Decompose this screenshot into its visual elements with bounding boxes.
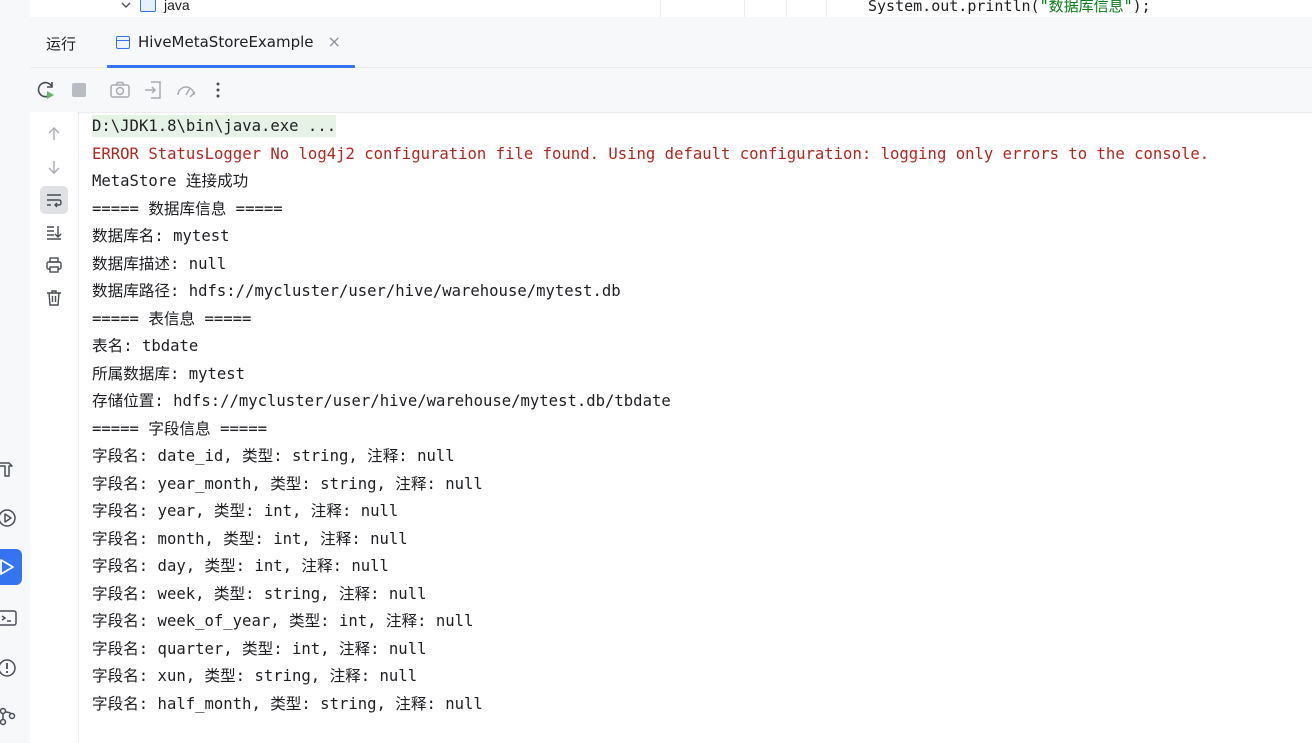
console-line: 字段名: date_id, 类型: string, 注释: null	[92, 447, 455, 465]
console-line: MetaStore 连接成功	[92, 172, 249, 190]
console-line: 字段名: quarter, 类型: int, 注释: null	[92, 639, 427, 658]
problems-icon[interactable]	[0, 651, 22, 685]
console-line: 字段名: year_month, 类型: string, 注释: null	[92, 474, 483, 493]
console-line: 字段名: day, 类型: int, 注释: null	[92, 557, 389, 575]
tab-title: HiveMetaStoreExample	[138, 33, 314, 51]
tool-window-strip	[0, 0, 31, 743]
code-string: "数据库信息"	[1039, 0, 1133, 15]
console-line: ===== 数据库信息 =====	[92, 199, 283, 218]
soft-wrap-icon[interactable]	[40, 186, 68, 214]
run-config-icon	[116, 35, 130, 49]
console-line: 字段名: week_of_year, 类型: int, 注释: null	[92, 612, 474, 630]
code-suffix: );	[1132, 0, 1151, 15]
console-line: 表名: tbdate	[92, 337, 199, 355]
exit-icon[interactable]	[141, 78, 165, 102]
console-line: 存储位置: hdfs://mycluster/user/hive/warehou…	[92, 392, 671, 410]
tree-node-label: java	[164, 0, 190, 13]
code-line: System.out.println("数据库信息");	[868, 0, 1151, 16]
console-line: 字段名: half_month, 类型: string, 注释: null	[92, 694, 483, 713]
scroll-to-end-icon[interactable]	[40, 218, 68, 246]
run-toolbar	[30, 68, 1312, 113]
editor-gutter	[660, 0, 830, 17]
console-line: 字段名: week, 类型: string, 注释: null	[92, 584, 427, 603]
camera-icon[interactable]	[108, 78, 132, 102]
close-icon[interactable]: ×	[328, 34, 341, 50]
console-line: 字段名: month, 类型: int, 注释: null	[92, 529, 408, 548]
arrow-down-icon[interactable]	[40, 153, 68, 181]
console-line: 数据库路径: hdfs://mycluster/user/hive/wareho…	[92, 282, 621, 300]
folder-icon	[140, 0, 156, 12]
console-line: 所属数据库: mytest	[92, 364, 246, 383]
arrow-up-icon[interactable]	[40, 120, 68, 148]
console-line: 数据库名: mytest	[92, 227, 230, 245]
services-icon[interactable]	[0, 501, 22, 535]
command-text[interactable]: D:\JDK1.8\bin\java.exe ...	[92, 115, 337, 137]
editor-peek: java System.out.println("数据库信息");	[30, 0, 1312, 18]
git-icon[interactable]	[0, 699, 22, 733]
rerun-icon[interactable]	[34, 78, 58, 102]
tab-hive-metastore-example[interactable]: HiveMetaStoreExample ×	[107, 17, 355, 68]
console-error-line: ERROR StatusLogger No log4j2 configurati…	[92, 144, 1210, 163]
project-tree-node[interactable]: java	[120, 0, 190, 13]
more-vertical-icon[interactable]	[206, 78, 230, 102]
ide-window: java System.out.println("数据库信息"); 运行 Hiv…	[0, 0, 1312, 743]
trash-icon[interactable]	[40, 284, 68, 312]
run-icon[interactable]	[0, 549, 22, 585]
stop-icon[interactable]	[67, 78, 91, 102]
terminal-icon[interactable]	[0, 601, 22, 635]
dashboard-icon[interactable]	[174, 78, 198, 102]
console-output[interactable]: D:\JDK1.8\bin\java.exe ... ERROR StatusLo…	[92, 113, 1307, 718]
console-command-line: D:\JDK1.8\bin\java.exe ...	[92, 113, 1307, 141]
run-panel-title: 运行	[46, 35, 77, 53]
build-hammer-icon[interactable]	[0, 451, 22, 485]
console-line: 字段名: year, 类型: int, 注释: null	[92, 502, 399, 520]
console-line: 字段名: xun, 类型: string, 注释: null	[92, 667, 418, 685]
chevron-down-icon[interactable]	[120, 0, 132, 11]
console-line: ===== 字段信息 =====	[92, 419, 268, 438]
console-side-toolbar	[30, 112, 79, 743]
print-icon[interactable]	[40, 251, 68, 279]
console-line: 数据库描述: null	[92, 254, 227, 273]
console-line: ===== 表信息 =====	[92, 309, 252, 328]
run-tab-bar: 运行 HiveMetaStoreExample ×	[30, 17, 1312, 68]
code-prefix: System.out.println(	[868, 0, 1040, 15]
